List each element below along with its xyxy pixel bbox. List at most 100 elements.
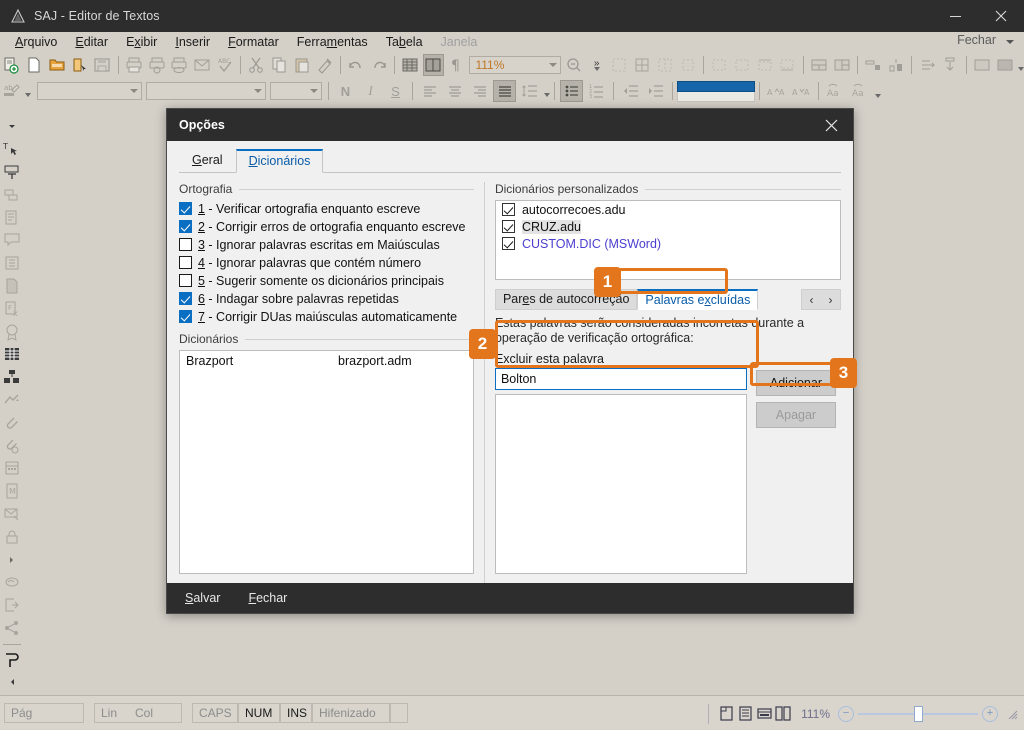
align-justify-icon[interactable] <box>493 80 516 102</box>
dicionarios-personalizados-listbox[interactable]: autocorrecoes.adu CRUZ.adu CUSTOM.DIC (M… <box>494 200 842 280</box>
chevron-right-icon[interactable]: › <box>821 290 840 309</box>
close-button[interactable] <box>978 0 1024 32</box>
shading-dark-icon <box>994 54 1015 76</box>
two-page-icon[interactable] <box>774 705 793 723</box>
status-lin-col[interactable]: Lin Col <box>94 703 182 723</box>
checkbox-icon[interactable] <box>179 292 192 305</box>
ortografia-option-4[interactable]: 4 - Ignorar palavras que contém número <box>179 254 474 271</box>
fechar-button[interactable]: Fechar <box>248 591 287 605</box>
ortografia-option-5[interactable]: 5 - Sugerir somente os dicionários princ… <box>179 272 474 289</box>
align-right-icon <box>468 80 491 102</box>
checkbox-icon[interactable] <box>179 274 192 287</box>
checkbox-icon[interactable] <box>501 203 515 216</box>
status-ins[interactable]: INS <box>280 703 312 723</box>
back-caret-icon[interactable] <box>1 672 23 693</box>
new-document-icon[interactable] <box>1 54 22 76</box>
toolbar-row2-overflow-icon[interactable] <box>875 93 881 98</box>
menu-tabela[interactable]: Tabela <box>377 33 432 51</box>
dicionario-file: brazport.adm <box>338 354 412 368</box>
border-none-icon <box>609 54 630 76</box>
dicionarios-listbox[interactable]: Brazport brazport.adm <box>179 350 474 574</box>
menu-editar[interactable]: Editar <box>66 33 117 51</box>
ortografia-option-2[interactable]: 2 - Corrigir erros de ortografia enquant… <box>179 218 474 235</box>
chevron-down-icon <box>310 89 318 93</box>
checkbox-icon[interactable] <box>179 256 192 269</box>
italic-icon: I <box>368 83 373 98</box>
highlight-color-icon[interactable] <box>677 80 755 102</box>
stamp-icon[interactable] <box>1 649 23 670</box>
svg-text:¶: ¶ <box>451 58 460 74</box>
table-insert-icon[interactable] <box>1 344 23 365</box>
copy-icon <box>269 54 290 76</box>
ortografia-option-3[interactable]: 3 - Ignorar palavras escritas em Maiúscu… <box>179 236 474 253</box>
table-row[interactable]: Brazport brazport.adm <box>180 351 473 371</box>
zoom-in-icon[interactable]: + <box>982 705 998 722</box>
reading-layout-icon[interactable] <box>736 705 755 723</box>
toolbar-overflow-caret-icon[interactable] <box>1006 40 1014 44</box>
list-item[interactable]: autocorrecoes.adu <box>496 201 840 218</box>
menu-exibir[interactable]: Exibir <box>117 33 166 51</box>
tab-dicionarios[interactable]: Dicionários <box>235 149 324 173</box>
excluir-palavra-input[interactable] <box>494 368 747 390</box>
tab-geral[interactable]: Geral <box>179 149 236 172</box>
zoom-slider[interactable] <box>858 705 978 722</box>
print-layout-icon[interactable] <box>717 705 736 723</box>
salvar-button[interactable]: Salvar <box>185 591 220 605</box>
zoom-out-icon[interactable]: − <box>838 705 854 722</box>
page-layout-icon[interactable] <box>422 54 444 76</box>
checkbox-icon[interactable] <box>179 310 192 323</box>
ortografia-option-label: 3 - Ignorar palavras escritas em Maiúscu… <box>198 237 440 252</box>
palavras-excluidas-listbox[interactable] <box>494 394 747 574</box>
status-extra[interactable] <box>390 703 408 723</box>
checkbox-icon[interactable] <box>179 202 192 215</box>
expand-caret-icon[interactable] <box>1 549 23 570</box>
highlight-dropdown-icon[interactable] <box>25 92 31 97</box>
status-num[interactable]: NUM <box>238 703 280 723</box>
table-grid-icon[interactable] <box>400 54 421 76</box>
status-hifenizado[interactable]: Hifenizado <box>312 703 390 723</box>
dialog-close-button[interactable] <box>809 109 853 141</box>
ortografia-option-1[interactable]: 1 - Verificar ortografia enquanto escrev… <box>179 200 474 217</box>
adicionar-button[interactable]: Adicionar <box>755 370 836 396</box>
checkbox-icon[interactable] <box>501 237 515 250</box>
open-folder-icon[interactable] <box>46 54 67 76</box>
text-cursor-icon[interactable]: T <box>1 139 23 160</box>
ortografia-option-7[interactable]: 7 - Corrigir DUas maiúsculas automaticam… <box>179 308 474 325</box>
status-col-label: Col <box>135 706 154 720</box>
status-pag[interactable]: Pág <box>4 703 84 723</box>
personalizados-group-label: Dicionários personalizados <box>495 182 842 196</box>
font-combo[interactable] <box>146 82 266 100</box>
text-frame-icon[interactable] <box>1 162 23 183</box>
status-caps[interactable]: CAPS <box>192 703 238 723</box>
minimize-button[interactable] <box>932 0 978 32</box>
chevron-left-icon[interactable]: ‹ <box>802 290 821 309</box>
font-size-combo[interactable] <box>270 82 322 100</box>
ortografia-option-6[interactable]: 6 - Indagar sobre palavras repetidas <box>179 290 474 307</box>
toolbar-overflow-icon[interactable] <box>1018 67 1024 71</box>
open-file-icon[interactable] <box>69 54 90 76</box>
list-item[interactable]: CRUZ.adu <box>496 218 840 235</box>
collapse-caret-icon[interactable] <box>1 116 23 137</box>
line-spacing-dropdown-icon[interactable] <box>544 92 550 97</box>
resize-grip-icon[interactable] <box>1006 708 1018 720</box>
bullet-list-icon[interactable] <box>560 80 583 102</box>
toolbar-close-label[interactable]: Fechar <box>957 33 996 47</box>
blank-page-icon[interactable] <box>24 54 45 76</box>
menu-arquivo[interactable]: AArquivorquivo <box>6 33 66 51</box>
style-combo[interactable] <box>37 82 142 100</box>
checkbox-icon[interactable] <box>501 220 515 233</box>
dialog-titlebar: Opções <box>167 109 853 141</box>
zoom-slider-thumb[interactable] <box>914 705 923 722</box>
export-icon <box>1 595 23 616</box>
web-layout-icon[interactable] <box>755 705 774 723</box>
list-item[interactable]: CUSTOM.DIC (MSWord) <box>496 235 840 252</box>
subtab-palavras-excluidas[interactable]: Palavras excluídas <box>637 289 759 310</box>
menu-inserir[interactable]: Inserir <box>166 33 219 51</box>
more-chevrons-icon[interactable]: » <box>586 54 607 76</box>
zoom-combo[interactable]: 111% <box>469 56 561 74</box>
checkbox-icon[interactable] <box>179 238 192 251</box>
menu-formatar[interactable]: Formatar <box>219 33 288 51</box>
checkbox-icon[interactable] <box>179 220 192 233</box>
menu-ferramentas[interactable]: Ferramentas <box>288 33 377 51</box>
org-chart-icon[interactable] <box>1 367 23 388</box>
